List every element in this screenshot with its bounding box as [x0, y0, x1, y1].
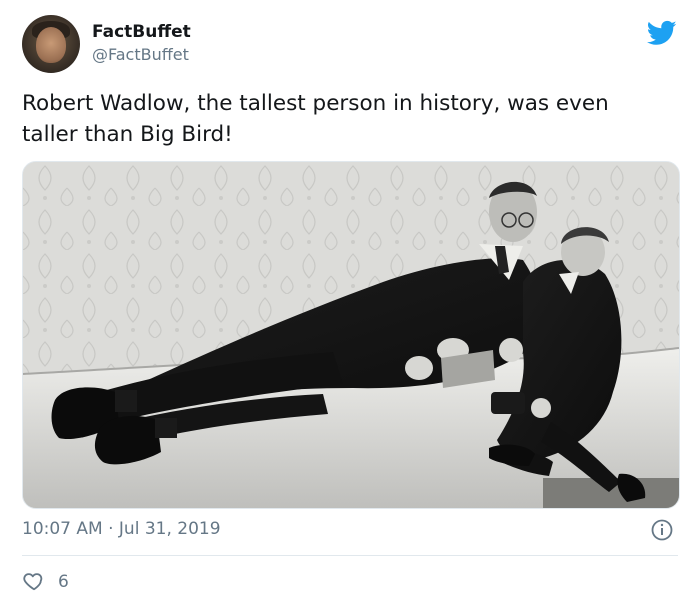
- author-name[interactable]: FactBuffet: [92, 22, 191, 42]
- info-icon[interactable]: [650, 518, 674, 542]
- tweet-timestamp[interactable]: 10:07 AM · Jul 31, 2019: [22, 519, 221, 539]
- avatar-face: [36, 27, 66, 63]
- twitter-bird-icon[interactable]: [644, 18, 680, 48]
- author-handle[interactable]: @FactBuffet: [92, 45, 189, 64]
- heart-icon[interactable]: [22, 570, 46, 592]
- like-count[interactable]: 6: [58, 572, 69, 592]
- photo-image: [23, 162, 679, 508]
- tweet-photo[interactable]: [22, 161, 680, 509]
- divider: [22, 555, 678, 556]
- avatar[interactable]: [22, 15, 80, 73]
- tweet-card: FactBuffet @FactBuffet Robert Wadlow, th…: [0, 0, 700, 611]
- tweet-text: Robert Wadlow, the tallest person in his…: [22, 91, 609, 147]
